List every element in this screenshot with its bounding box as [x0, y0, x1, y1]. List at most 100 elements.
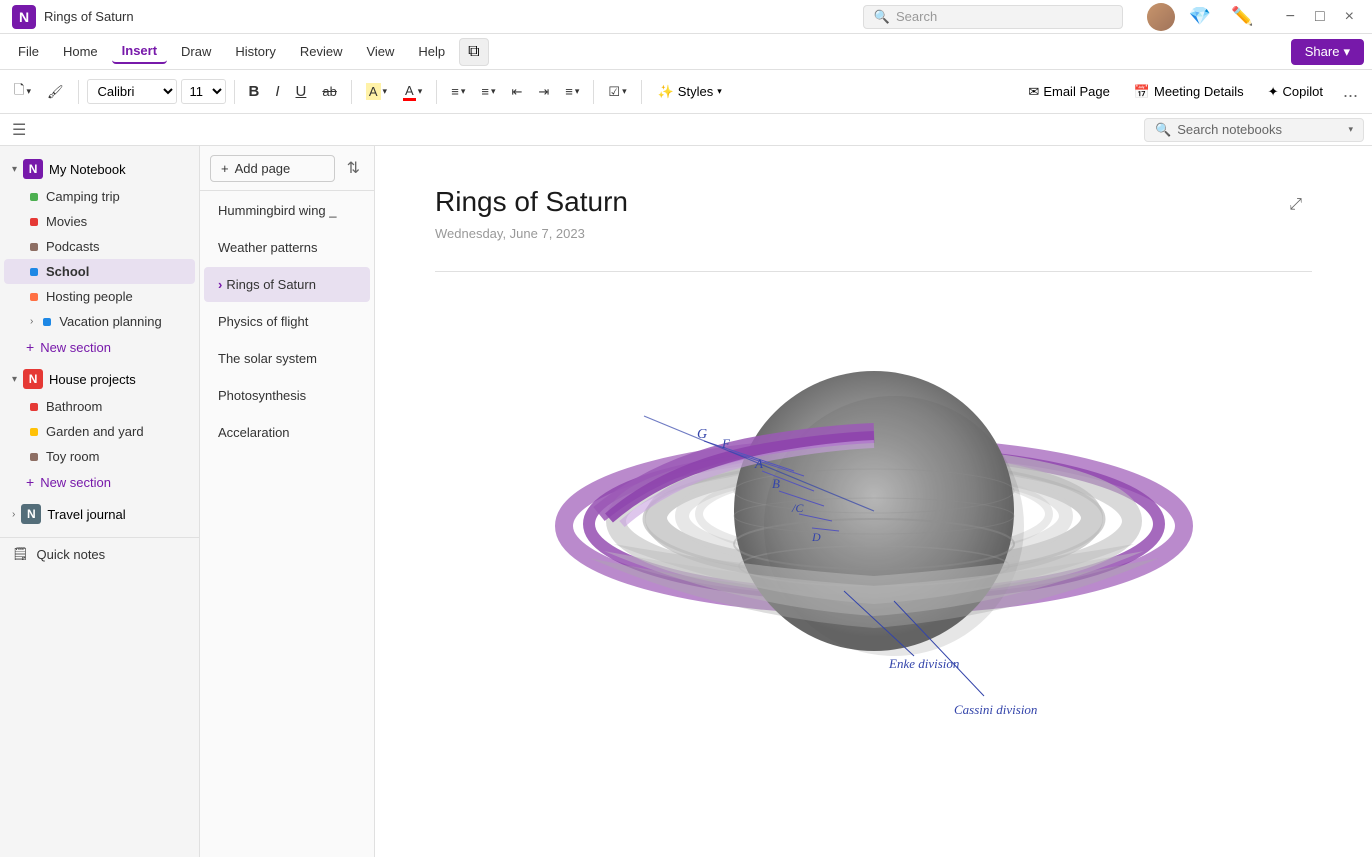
menu-history[interactable]: History [225, 40, 285, 63]
new-section-house-projects[interactable]: + New section [0, 469, 199, 495]
pages-panel: + Add page ⇅ Hummingbird wing _ Weather … [200, 146, 375, 857]
close-button[interactable]: × [1339, 6, 1360, 28]
section-item-toy-room[interactable]: Toy room [4, 444, 195, 469]
section-item-podcasts[interactable]: Podcasts [4, 234, 195, 259]
notebook-title: House projects [49, 372, 136, 387]
underline-button[interactable]: U [290, 79, 313, 104]
section-list: Camping trip Movies Podcasts School Host… [0, 184, 199, 334]
sidebar: ▾ N My Notebook Camping trip Movies Podc… [0, 146, 200, 857]
email-page-label: Email Page [1043, 84, 1109, 99]
menu-home[interactable]: Home [53, 40, 108, 63]
styles-label: ✨ [658, 84, 674, 100]
menu-review[interactable]: Review [290, 40, 353, 63]
notebook-group-house-projects: ▾ N House projects Bathroom Garden and y… [0, 364, 199, 495]
sort-pages-button[interactable]: ⇅ [343, 154, 364, 182]
section-item-bathroom[interactable]: Bathroom [4, 394, 195, 419]
section-item-vacation-planning[interactable]: › Vacation planning [4, 309, 195, 334]
main-content: ▾ N My Notebook Camping trip Movies Podc… [0, 146, 1372, 857]
indent-decrease-button[interactable]: ⇤ [505, 80, 528, 104]
note-content[interactable]: G F A B /C D [435, 296, 1312, 726]
add-page-label: Add page [235, 161, 291, 176]
more-options-button[interactable]: ... [1337, 77, 1364, 106]
notebook-title: Travel journal [47, 507, 125, 522]
section-color-garden [30, 428, 38, 436]
new-section-my-notebook[interactable]: + New section [0, 334, 199, 360]
highlight-button[interactable]: A ▾ [360, 79, 393, 104]
bold-button[interactable]: B [243, 79, 266, 104]
section-label: Camping trip [46, 189, 120, 204]
menu-insert[interactable]: Insert [112, 39, 167, 64]
menu-help[interactable]: Help [408, 40, 455, 63]
section-color-hosting-people [30, 293, 38, 301]
page-item-photosynthesis[interactable]: Photosynthesis [204, 378, 370, 413]
pages-header: + Add page ⇅ [200, 146, 374, 191]
notebook-header-my-notebook[interactable]: ▾ N My Notebook [4, 154, 195, 184]
italic-button[interactable]: I [269, 79, 285, 104]
hamburger-menu[interactable]: ☰ [8, 116, 30, 144]
section-item-school[interactable]: School [4, 259, 195, 284]
section-color-camping-trip [30, 193, 38, 201]
copilot-button[interactable]: ✦ Copilot [1258, 80, 1333, 104]
page-item-accelaration[interactable]: Accelaration [204, 415, 370, 450]
checkbox-button[interactable]: ☑▾ [602, 80, 632, 104]
notebook-header-travel-journal[interactable]: › N Travel journal [4, 499, 195, 529]
menu-view[interactable]: View [356, 40, 404, 63]
strikethrough-button[interactable]: ab [316, 80, 342, 103]
saturn-diagram: G F A B /C D [514, 296, 1234, 726]
immersive-reader-button[interactable]: ⧉ [459, 38, 488, 66]
section-item-camping-trip[interactable]: Camping trip [4, 184, 195, 209]
page-item-physics[interactable]: Physics of flight [204, 304, 370, 339]
chevron-right-icon-travel: › [12, 509, 15, 520]
pen-icon[interactable]: ✏️ [1225, 4, 1259, 29]
menu-draw[interactable]: Draw [171, 40, 221, 63]
quick-notes[interactable]: 🗒 Quick notes [0, 537, 199, 570]
diamond-icon[interactable]: 💎 [1183, 4, 1217, 29]
section-item-hosting-people[interactable]: Hosting people [4, 284, 195, 309]
menu-bar: File Home Insert Draw History Review Vie… [0, 34, 1372, 70]
chevron-right-icon: › [30, 316, 33, 327]
email-page-button[interactable]: ✉ Email Page [1018, 80, 1119, 104]
notebook-header-house-projects[interactable]: ▾ N House projects [4, 364, 195, 394]
styles-text: Styles [678, 84, 713, 99]
chevron-down-icon-2: ▾ [12, 374, 17, 385]
quick-notes-label: Quick notes [37, 547, 106, 562]
new-page-button[interactable]: 🗋 ▾ [8, 77, 37, 107]
meeting-details-button[interactable]: 📅 Meeting Details [1124, 80, 1254, 104]
font-color-icon: A [403, 83, 416, 101]
share-button[interactable]: Share ▾ [1291, 39, 1364, 65]
bullet-list-button[interactable]: ≡▾ [445, 80, 471, 103]
indent-increase-button[interactable]: ⇥ [532, 80, 555, 104]
font-color-button[interactable]: A ▾ [397, 79, 428, 105]
search-notebooks-arrow: ▾ [1348, 124, 1353, 135]
font-family-select[interactable]: Calibri [87, 79, 177, 104]
page-item-rings[interactable]: Rings of Saturn [204, 267, 370, 302]
meeting-details-label: Meeting Details [1154, 84, 1244, 99]
section-item-garden[interactable]: Garden and yard [4, 419, 195, 444]
styles-button[interactable]: ✨ Styles ▾ [650, 80, 730, 104]
new-section-label: New section [40, 340, 111, 355]
page-item-weather[interactable]: Weather patterns [204, 230, 370, 265]
page-item-hummingbird[interactable]: Hummingbird wing _ [204, 193, 370, 228]
add-page-button[interactable]: + Add page [210, 155, 335, 182]
notebook-group-travel-journal: › N Travel journal [0, 499, 199, 529]
app-logo: N [12, 5, 36, 29]
minimize-button[interactable]: − [1280, 6, 1301, 28]
avatar[interactable] [1147, 3, 1175, 31]
share-arrow: ▾ [1343, 44, 1350, 60]
format-painter-button[interactable]: 🖌 [41, 80, 70, 104]
numbered-list-button[interactable]: ≡▾ [475, 80, 501, 103]
toolbar-right: ✉ Email Page 📅 Meeting Details ✦ Copilot… [1018, 77, 1364, 106]
search-notebooks[interactable]: 🔍 Search notebooks ▾ [1144, 118, 1364, 142]
note-title[interactable]: Rings of Saturn [435, 186, 1312, 218]
expand-button[interactable]: ⤢ [1289, 196, 1302, 214]
menu-file[interactable]: File [8, 40, 49, 63]
page-item-solar[interactable]: The solar system [204, 341, 370, 376]
section-label: Podcasts [46, 239, 99, 254]
maximize-button[interactable]: □ [1309, 6, 1331, 28]
align-button[interactable]: ≡▾ [559, 80, 585, 103]
section-item-movies[interactable]: Movies [4, 209, 195, 234]
title-search[interactable]: 🔍 Search [863, 5, 1123, 29]
font-size-select[interactable]: 11 [181, 79, 226, 104]
note-area: ⤢ Rings of Saturn Wednesday, June 7, 202… [375, 146, 1372, 857]
section-label: Garden and yard [46, 424, 144, 439]
